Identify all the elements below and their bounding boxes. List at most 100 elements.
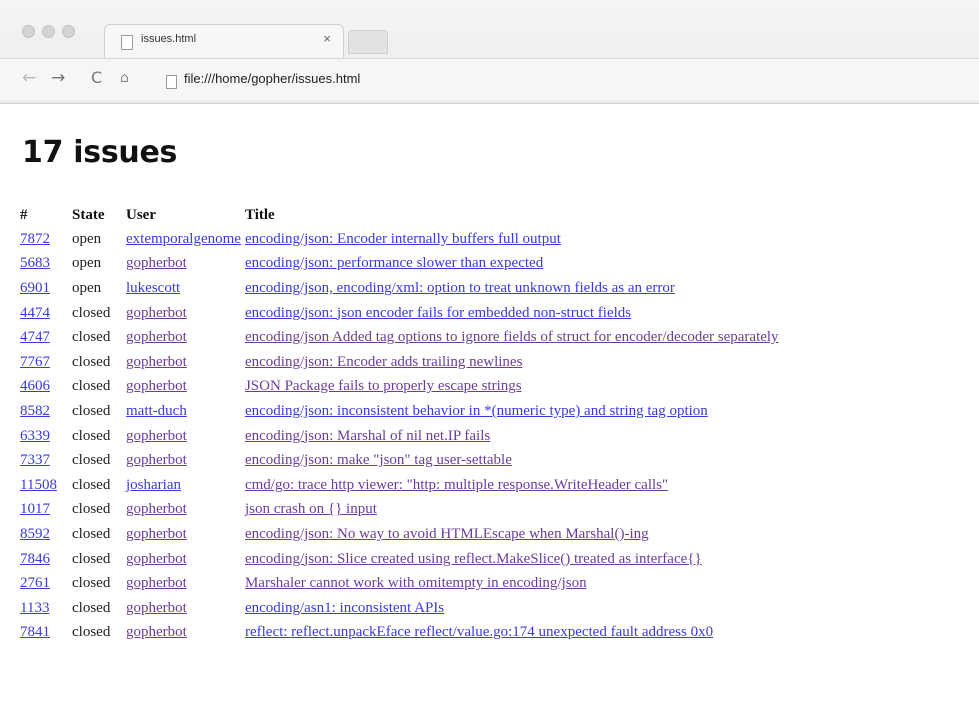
issue-title-link[interactable]: reflect: reflect.unpackEface reflect/val… — [245, 624, 713, 640]
table-row: 4606 closed gopherbot JSON Package fails to… — [20, 375, 783, 400]
zoom-window-button[interactable] — [62, 25, 75, 38]
issue-title-link[interactable]: encoding/json, encoding/xml: option to t… — [245, 280, 675, 296]
user-link[interactable]: matt-duch — [126, 403, 187, 419]
issue-title-link[interactable]: encoding/json: Slice created using refle… — [245, 551, 702, 567]
table-row: 6901 open lukescott encoding/json, encoding… — [20, 276, 783, 301]
issue-number-link[interactable]: 11508 — [20, 477, 57, 493]
user-link[interactable]: gopherbot — [126, 575, 187, 591]
table-row: 1017 closed gopherbot json crash on {} inpu… — [20, 498, 783, 523]
issue-number-link[interactable]: 7872 — [20, 231, 50, 247]
issue-title-link[interactable]: Marshaler cannot work with omitempty in … — [245, 575, 587, 591]
issue-title-link[interactable]: encoding/json: json encoder fails for em… — [245, 305, 631, 321]
user-link[interactable]: gopherbot — [126, 428, 187, 444]
page-icon — [166, 75, 177, 89]
issue-number-link[interactable]: 2761 — [20, 575, 50, 591]
issue-state: closed — [72, 624, 111, 641]
table-row: 5683 open gopherbot encoding/json: performa… — [20, 252, 783, 277]
issue-state: closed — [72, 599, 111, 616]
close-icon[interactable]: × — [323, 31, 331, 46]
user-link[interactable]: lukescott — [126, 280, 180, 296]
issue-title-link[interactable]: encoding/json: No way to avoid HTMLEscap… — [245, 526, 649, 542]
issue-state: open — [72, 230, 102, 247]
user-link[interactable]: gopherbot — [126, 378, 187, 394]
issue-state: closed — [72, 378, 111, 395]
table-row: 1133 closed gopherbot encoding/asn1: incons… — [20, 596, 783, 621]
address-bar[interactable]: file:///home/gopher/issues.html — [184, 71, 360, 86]
issue-number-link[interactable]: 4474 — [20, 305, 50, 321]
home-icon[interactable]: ⌂ — [120, 70, 129, 86]
browser-toolbar: ← → C ⌂ file:///home/gopher/issues.html — [0, 58, 979, 101]
issue-number-link[interactable]: 8582 — [20, 403, 50, 419]
table-row: 11508 closed josharian cmd/go: trace http v… — [20, 473, 783, 498]
user-link[interactable]: gopherbot — [126, 526, 187, 542]
issue-title-link[interactable]: json crash on {} input — [245, 501, 377, 517]
issue-state: closed — [72, 575, 111, 592]
issue-state: closed — [72, 501, 111, 518]
column-header-title: Title — [244, 206, 275, 223]
issue-state: closed — [72, 525, 111, 542]
table-row: 7846 closed gopherbot encoding/json: Slice … — [20, 547, 783, 572]
column-header-state: State — [72, 206, 105, 223]
user-link[interactable]: gopherbot — [126, 551, 187, 567]
issue-title-link[interactable]: encoding/json: performance slower than e… — [245, 255, 543, 271]
tab-title: issues.html — [141, 33, 197, 45]
browser-tab[interactable]: issues.html × — [104, 24, 344, 59]
table-row: 8592 closed gopherbot encoding/json: No way… — [20, 522, 783, 547]
issue-number-link[interactable]: 7337 — [20, 452, 50, 468]
user-link[interactable]: gopherbot — [126, 501, 187, 517]
user-link[interactable]: gopherbot — [126, 624, 187, 640]
user-link[interactable]: gopherbot — [126, 329, 187, 345]
user-link[interactable]: extemporalgenome — [126, 231, 241, 247]
user-link[interactable]: gopherbot — [126, 305, 187, 321]
issue-number-link[interactable]: 1017 — [20, 501, 50, 517]
table-row: 8582 closed matt-duch encoding/json: incons… — [20, 399, 783, 424]
issue-number-link[interactable]: 8592 — [20, 526, 50, 542]
issue-title-link[interactable]: encoding/json: inconsistent behavior in … — [245, 403, 708, 419]
issue-title-link[interactable]: encoding/json: make "json" tag user-sett… — [245, 452, 512, 468]
issue-number-link[interactable]: 5683 — [20, 255, 50, 271]
table-row: 7767 closed gopherbot encoding/json: Encode… — [20, 350, 783, 375]
minimize-window-button[interactable] — [42, 25, 55, 38]
close-window-button[interactable] — [22, 25, 35, 38]
table-row: 7841 closed gopherbot reflect: reflect.unpa… — [20, 621, 783, 646]
issue-number-link[interactable]: 7767 — [20, 354, 50, 370]
user-link[interactable]: josharian — [126, 477, 181, 493]
forward-arrow-icon[interactable]: → — [51, 68, 65, 88]
table-row: 4474 closed gopherbot encoding/json: json e… — [20, 301, 783, 326]
issue-title-link[interactable]: JSON Package fails to properly escape st… — [245, 378, 522, 394]
issue-number-link[interactable]: 6339 — [20, 428, 50, 444]
table-row: 7872 open extemporalgenome encoding/json: E… — [20, 227, 783, 252]
issue-state: closed — [72, 402, 111, 419]
back-arrow-icon[interactable]: ← — [22, 68, 36, 88]
issue-title-link[interactable]: encoding/json: Encoder adds trailing new… — [245, 354, 522, 370]
issue-title-link[interactable]: encoding/json: Encoder internally buffer… — [245, 231, 561, 247]
issues-table-body: 7872 open extemporalgenome encoding/json: E… — [20, 227, 783, 645]
issue-number-link[interactable]: 6901 — [20, 280, 50, 296]
table-row: 4747 closed gopherbot encoding/json Added t… — [20, 325, 783, 350]
issue-title-link[interactable]: cmd/go: trace http viewer: "http: multip… — [245, 477, 668, 493]
issue-state: open — [72, 279, 102, 296]
issue-number-link[interactable]: 4606 — [20, 378, 50, 394]
issue-state: closed — [72, 476, 111, 493]
issue-title-link[interactable]: encoding/json Added tag options to ignor… — [245, 329, 779, 345]
user-link[interactable]: gopherbot — [126, 354, 187, 370]
new-tab-button[interactable] — [348, 30, 388, 54]
issue-number-link[interactable]: 7846 — [20, 551, 50, 567]
reload-icon[interactable]: C — [91, 68, 102, 87]
issue-state: open — [72, 255, 102, 272]
issue-title-link[interactable]: encoding/json: Marshal of nil net.IP fai… — [245, 428, 490, 444]
page-title: 17 issues — [22, 135, 178, 170]
issue-state: closed — [72, 550, 111, 567]
user-link[interactable]: gopherbot — [126, 600, 187, 616]
browser-chrome: issues.html × ← → C ⌂ file:///home/gophe… — [0, 0, 979, 104]
issue-state: closed — [72, 353, 111, 370]
issue-state: closed — [72, 427, 111, 444]
issue-number-link[interactable]: 1133 — [20, 600, 49, 616]
user-link[interactable]: gopherbot — [126, 452, 187, 468]
user-link[interactable]: gopherbot — [126, 255, 187, 271]
column-header-number: # — [20, 206, 28, 223]
issue-number-link[interactable]: 4747 — [20, 329, 50, 345]
issue-number-link[interactable]: 7841 — [20, 624, 50, 640]
issue-title-link[interactable]: encoding/asn1: inconsistent APIs — [245, 600, 444, 616]
table-row: 7337 closed gopherbot encoding/json: make "… — [20, 448, 783, 473]
